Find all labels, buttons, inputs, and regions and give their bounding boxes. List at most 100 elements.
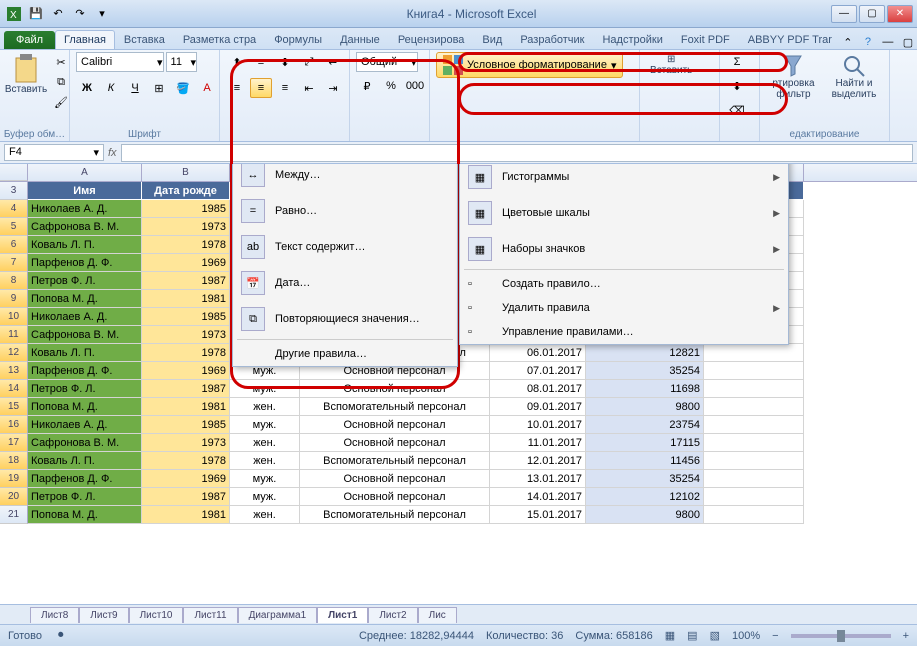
fill-color-icon[interactable]: 🪣 <box>172 78 194 98</box>
sort-filter-button[interactable]: ртировка фильтр <box>766 52 821 102</box>
row-header[interactable]: 3 <box>0 182 28 200</box>
conditional-formatting-button[interactable]: Условное форматирование ▾ <box>436 52 623 78</box>
sheet-tab[interactable]: Лист1 <box>317 607 368 623</box>
fill-icon[interactable]: ⬇ <box>726 76 748 96</box>
cell[interactable]: 12102 <box>586 488 704 506</box>
help-icon[interactable]: ? <box>861 35 875 49</box>
zoom-level[interactable]: 100% <box>732 630 760 642</box>
row-header[interactable]: 7 <box>0 254 28 272</box>
cell[interactable] <box>704 344 804 362</box>
select-all-corner[interactable] <box>0 164 28 181</box>
cell[interactable]: Петров Ф. Л. <box>28 488 142 506</box>
file-tab[interactable]: Файл <box>4 31 55 49</box>
view-pagebreak-icon[interactable]: ▧ <box>710 629 720 642</box>
cell[interactable]: 09.01.2017 <box>490 398 586 416</box>
cell[interactable]: Основной персонал <box>300 380 490 398</box>
cut-icon[interactable]: ✂ <box>50 52 72 72</box>
inner-minimize-icon[interactable]: — <box>881 35 895 49</box>
underline-icon[interactable]: Ч <box>124 78 146 98</box>
decrease-indent-icon[interactable]: ⇤ <box>298 78 320 98</box>
cell[interactable]: Парфенов Д. Ф. <box>28 362 142 380</box>
view-normal-icon[interactable]: ▦ <box>665 629 675 642</box>
qat-more-icon[interactable]: ▾ <box>92 4 112 24</box>
submenu-item[interactable]: =Равно… <box>233 193 457 229</box>
cell[interactable]: 9800 <box>586 506 704 524</box>
sheet-tab[interactable]: Лист8 <box>30 607 79 623</box>
save-icon[interactable]: 💾 <box>26 4 46 24</box>
sheet-tab[interactable]: Лис <box>418 607 457 623</box>
tab-вставка[interactable]: Вставка <box>115 30 174 49</box>
row-header[interactable]: 5 <box>0 218 28 236</box>
bold-icon[interactable]: Ж <box>76 78 98 98</box>
row-header[interactable]: 16 <box>0 416 28 434</box>
find-select-button[interactable]: Найти и выделить <box>825 52 883 102</box>
zoom-out-icon[interactable]: − <box>772 630 778 642</box>
row-header[interactable]: 19 <box>0 470 28 488</box>
cell[interactable]: 1978 <box>142 452 230 470</box>
tab-надстройки[interactable]: Надстройки <box>593 30 671 49</box>
tab-разметка стра[interactable]: Разметка стра <box>174 30 265 49</box>
cell[interactable] <box>704 398 804 416</box>
cell[interactable]: 1969 <box>142 362 230 380</box>
sheet-tab[interactable]: Лист2 <box>368 607 417 623</box>
cell[interactable]: 1978 <box>142 344 230 362</box>
cell[interactable] <box>704 434 804 452</box>
cell[interactable]: 17115 <box>586 434 704 452</box>
cell[interactable]: 06.01.2017 <box>490 344 586 362</box>
cell[interactable] <box>704 416 804 434</box>
align-right-icon[interactable]: ≡ <box>274 78 296 98</box>
cell[interactable]: 9800 <box>586 398 704 416</box>
tab-данные[interactable]: Данные <box>331 30 389 49</box>
tab-foxit pdf[interactable]: Foxit PDF <box>672 30 739 49</box>
cf-menu-footer-item[interactable]: ▫Управление правилами… <box>460 320 788 344</box>
cell[interactable]: 11698 <box>586 380 704 398</box>
comma-icon[interactable]: 000 <box>404 76 426 96</box>
cell[interactable]: Николаев А. Д. <box>28 308 142 326</box>
orientation-icon[interactable]: ⤢ <box>298 52 320 72</box>
tab-рецензирова[interactable]: Рецензирова <box>389 30 474 49</box>
cell[interactable]: жен. <box>230 452 300 470</box>
cell[interactable]: 1987 <box>142 488 230 506</box>
cell[interactable]: Коваль Л. П. <box>28 236 142 254</box>
cell[interactable]: Вспомогательный персонал <box>300 506 490 524</box>
column-header-B[interactable]: B <box>142 164 230 181</box>
tab-формулы[interactable]: Формулы <box>265 30 331 49</box>
formula-input[interactable] <box>121 144 913 162</box>
cell[interactable]: Основной персонал <box>300 434 490 452</box>
cell[interactable]: 1987 <box>142 380 230 398</box>
font-name-combo[interactable]: ▾ <box>76 52 164 72</box>
paste-button[interactable]: Вставить <box>6 52 46 97</box>
cell[interactable]: 1969 <box>142 254 230 272</box>
cell[interactable]: Петров Ф. Л. <box>28 380 142 398</box>
cf-menu-footer-item[interactable]: ▫Создать правило… <box>460 272 788 296</box>
increase-indent-icon[interactable]: ⇥ <box>322 78 344 98</box>
cell[interactable]: 35254 <box>586 470 704 488</box>
row-header[interactable]: 20 <box>0 488 28 506</box>
cell[interactable]: 07.01.2017 <box>490 362 586 380</box>
sheet-tab[interactable]: Лист9 <box>79 607 128 623</box>
cell[interactable]: жен. <box>230 506 300 524</box>
row-header[interactable]: 10 <box>0 308 28 326</box>
font-color-icon[interactable]: A <box>196 78 218 98</box>
format-painter-icon[interactable]: 🖌 <box>50 92 72 112</box>
cell[interactable]: 1985 <box>142 416 230 434</box>
cell[interactable]: Петров Ф. Л. <box>28 272 142 290</box>
row-header[interactable]: 18 <box>0 452 28 470</box>
zoom-in-icon[interactable]: + <box>903 630 909 642</box>
row-header[interactable]: 13 <box>0 362 28 380</box>
cell[interactable]: 1981 <box>142 290 230 308</box>
autosum-icon[interactable]: Σ <box>726 52 748 72</box>
cell[interactable]: 11.01.2017 <box>490 434 586 452</box>
font-size-combo[interactable]: ▾ <box>166 52 198 72</box>
tab-разработчик[interactable]: Разработчик <box>511 30 593 49</box>
name-box[interactable]: F4▾ <box>4 144 104 161</box>
cell[interactable]: Сафронова В. М. <box>28 218 142 236</box>
wrap-text-icon[interactable]: ↩ <box>322 52 344 72</box>
row-header[interactable]: 12 <box>0 344 28 362</box>
column-header-A[interactable]: A <box>28 164 142 181</box>
cell[interactable] <box>704 470 804 488</box>
cell[interactable] <box>704 380 804 398</box>
cell[interactable]: Вспомогательный персонал <box>300 398 490 416</box>
view-layout-icon[interactable]: ▤ <box>687 629 697 642</box>
cell[interactable]: 1985 <box>142 200 230 218</box>
